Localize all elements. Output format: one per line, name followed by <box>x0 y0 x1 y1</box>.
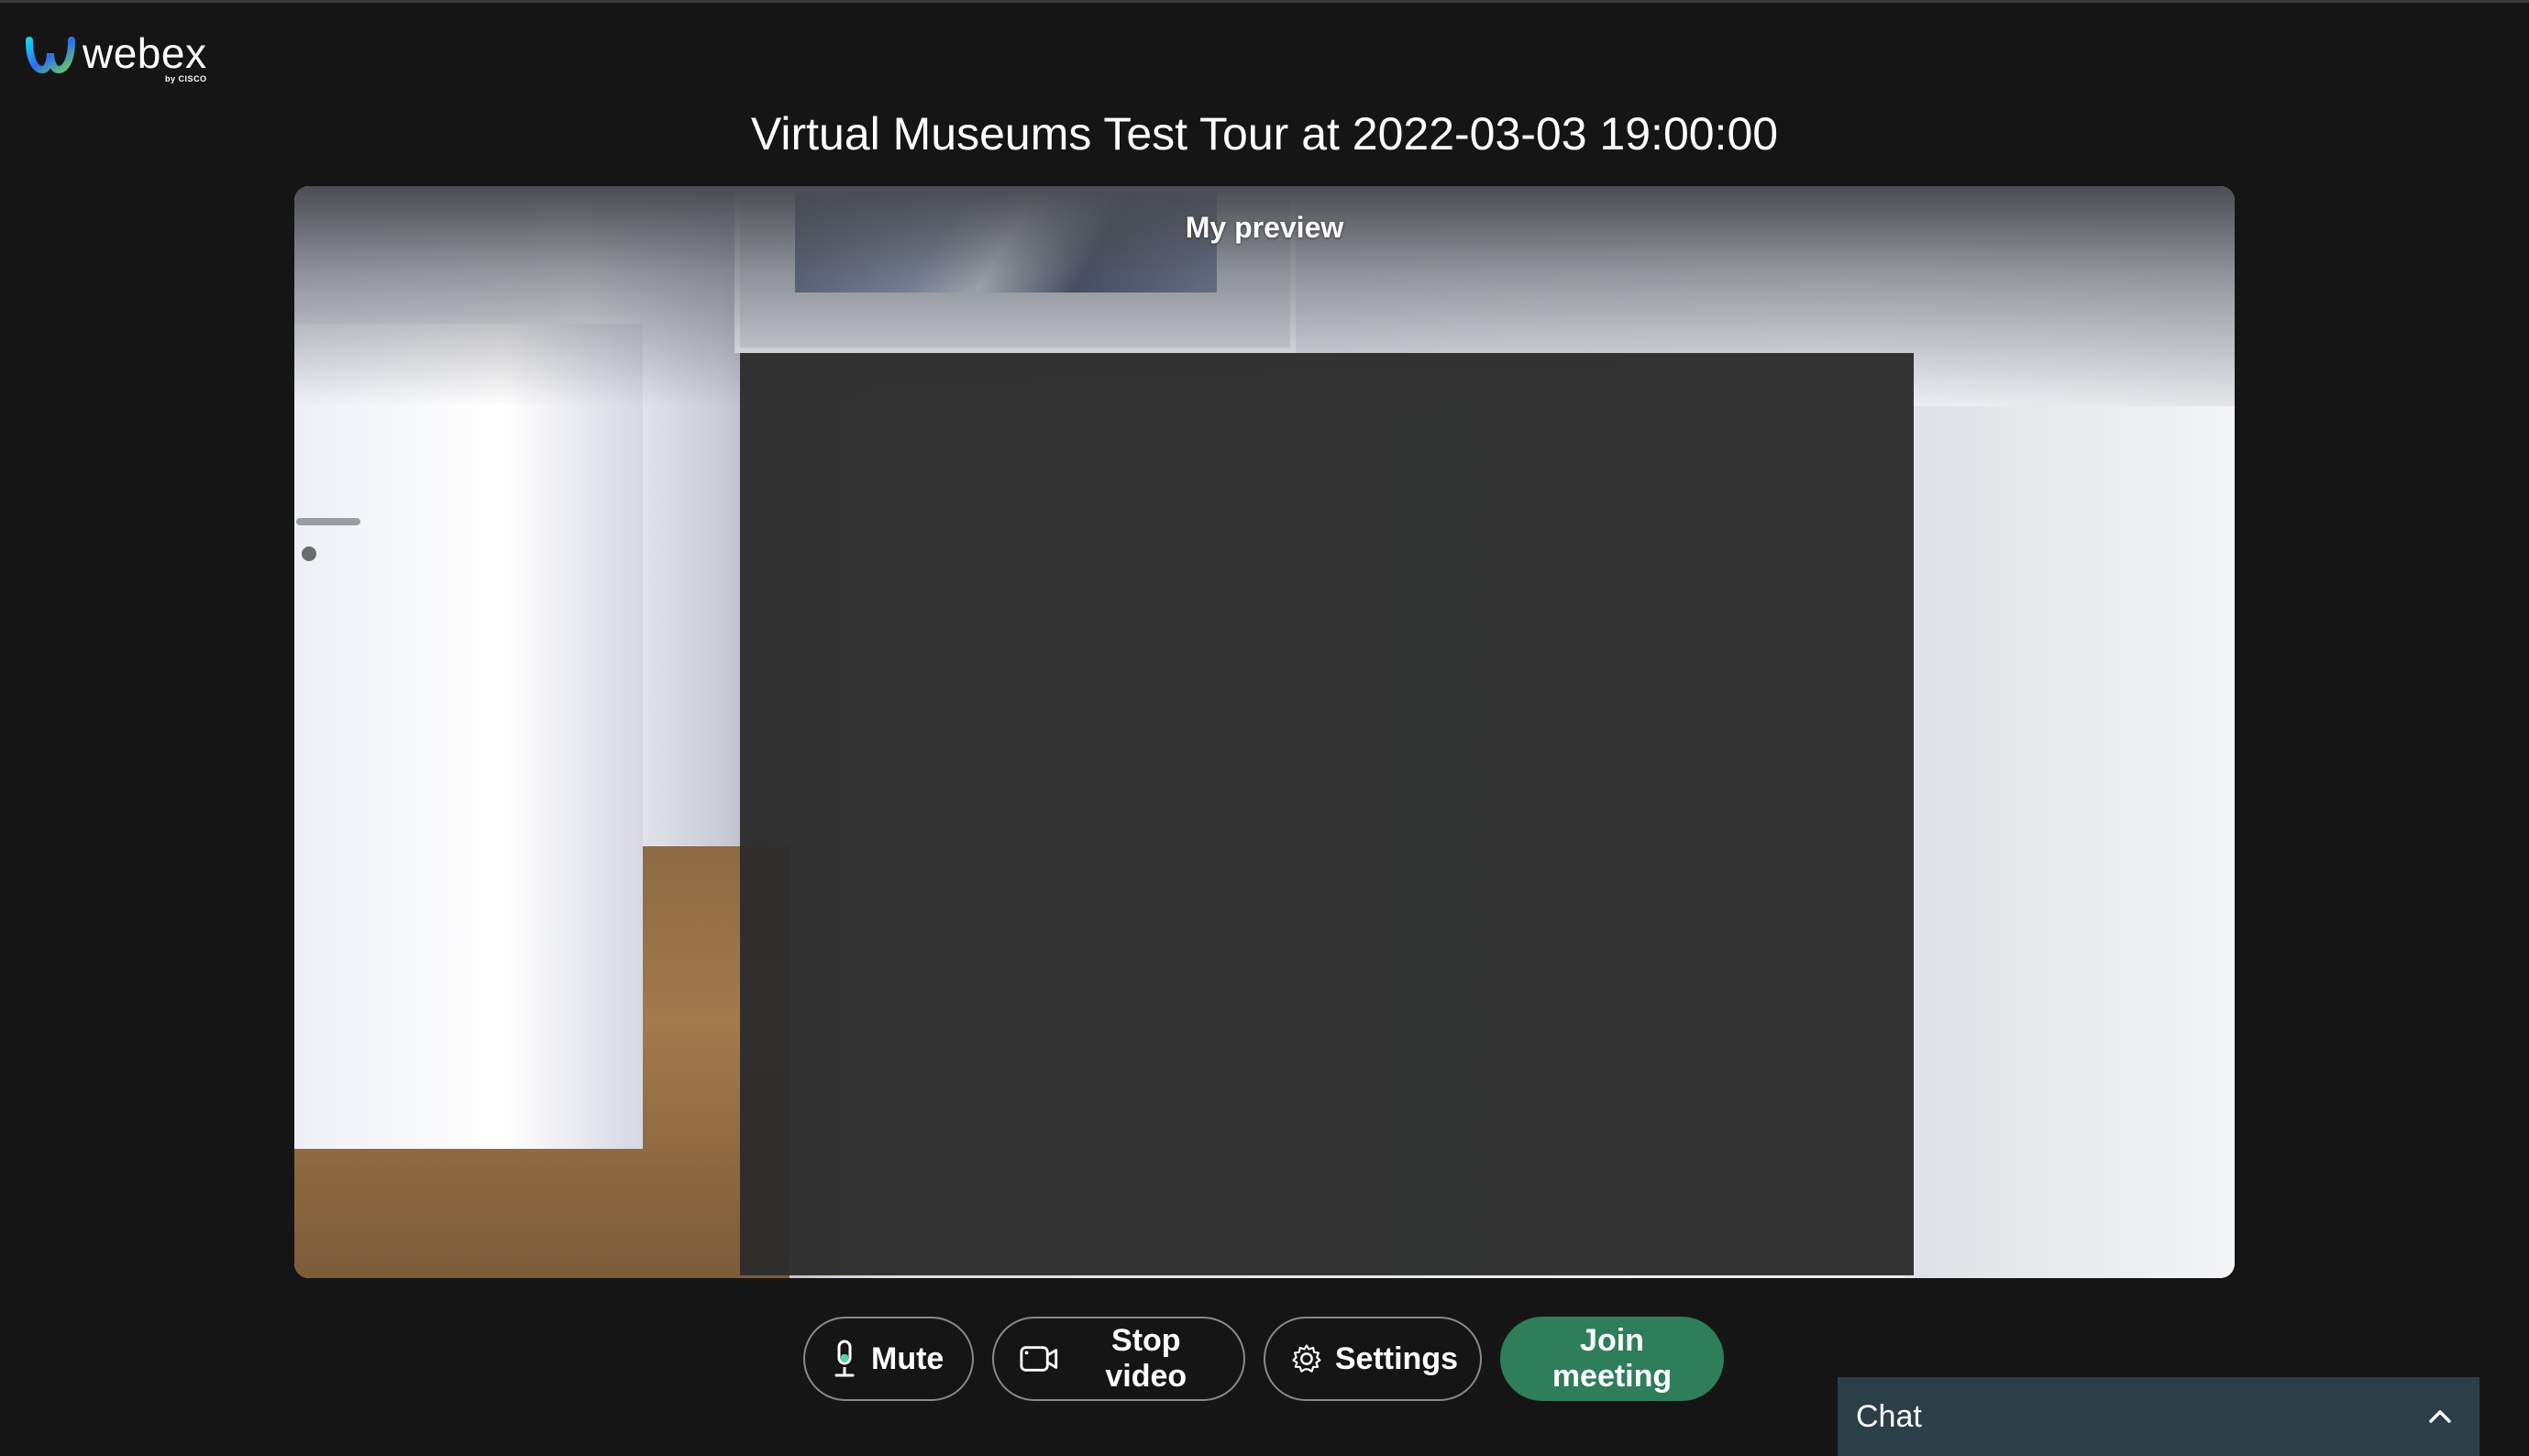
self-view-overlay <box>740 353 1914 1275</box>
webex-logo-icon <box>26 37 75 74</box>
stop-video-label: Stop video <box>1105 1323 1187 1394</box>
door-handle <box>296 518 360 525</box>
door-lock <box>302 546 316 561</box>
chat-label: Chat <box>1856 1398 1922 1434</box>
chevron-up-icon[interactable] <box>2426 1407 2454 1426</box>
settings-label: Settings <box>1334 1340 1458 1376</box>
preview-controls: Mute Stop video Settings Join meeting <box>803 1317 1724 1401</box>
brand-name: webex <box>83 29 207 77</box>
camera-icon <box>1020 1346 1058 1372</box>
webex-logo: webex by CISCO <box>26 28 206 92</box>
video-preview: My preview <box>294 186 2235 1278</box>
preview-label: My preview <box>1185 211 1344 244</box>
meeting-title: Virtual Museums Test Tour at 2022-03-03 … <box>750 108 1779 160</box>
chat-panel-toggle[interactable]: Chat <box>1838 1377 2479 1456</box>
settings-button[interactable]: Settings <box>1264 1317 1482 1401</box>
microphone-icon <box>834 1340 855 1377</box>
mute-button[interactable]: Mute <box>803 1317 974 1401</box>
top-border <box>0 0 2529 3</box>
preview-wall <box>1905 406 2235 1278</box>
preview-door <box>294 324 643 1149</box>
join-meeting-label: Join meeting <box>1552 1323 1673 1394</box>
brand-sub: by CISCO <box>164 74 207 83</box>
join-meeting-button[interactable]: Join meeting <box>1500 1317 1724 1401</box>
mute-label: Mute <box>871 1340 944 1376</box>
stop-video-button[interactable]: Stop video <box>992 1317 1245 1401</box>
gear-icon <box>1292 1344 1321 1373</box>
